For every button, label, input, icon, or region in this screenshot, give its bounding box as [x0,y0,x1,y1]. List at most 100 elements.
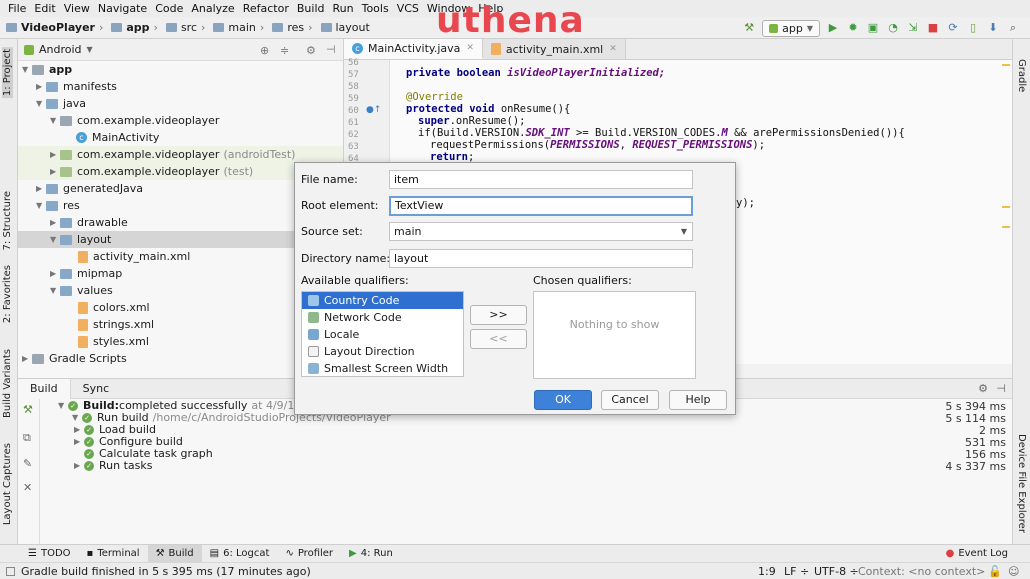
tree-item-manifests[interactable]: ▶ manifests [36,78,117,95]
breadcrumb-main[interactable]: main › [213,21,268,34]
tree-item-mipmap[interactable]: ▶ mipmap [50,265,122,282]
gear-icon[interactable]: ⚙ [978,382,988,395]
breadcrumb-layout[interactable]: layout [320,21,370,34]
chevron-down-icon[interactable]: ▼ [87,45,93,54]
attach-icon[interactable]: ⇲ [906,21,920,35]
menu-edit[interactable]: Edit [30,2,59,15]
tree-item-values[interactable]: ▼ values [50,282,113,299]
tab-profiler[interactable]: ∿ Profiler [277,545,341,563]
tree-item-styles[interactable]: styles.xml [78,333,149,350]
breadcrumb-src[interactable]: src › [165,21,209,34]
menu-vcs[interactable]: VCS [393,2,423,15]
qualifier-country-code[interactable]: Country Code [302,292,463,309]
hammer-icon[interactable]: ⚒ [23,403,33,416]
event-log-button[interactable]: ● Event Log [938,545,1016,563]
directory-name-input[interactable]: layout [389,249,693,268]
qualifier-network-code[interactable]: Network Code [302,309,463,326]
tab-logcat[interactable]: ▤ 6: Logcat [202,545,278,563]
tree-item-drawable[interactable]: ▶ drawable [50,214,128,231]
cancel-button[interactable]: Cancel [601,390,659,410]
caret-position[interactable]: 1:9 [758,565,776,578]
tab-sync[interactable]: Sync [71,379,122,399]
build-row[interactable]: ▶ ✓ Run tasks [74,460,152,472]
file-encoding[interactable]: UTF-8 ÷ [814,565,859,578]
status-message[interactable]: Gradle build finished in 5 s 395 ms (17 … [21,565,311,578]
qualifier-layout-direction[interactable]: Layout Direction [302,343,463,360]
menu-build[interactable]: Build [293,2,329,15]
sync-icon[interactable]: ⟳ [946,21,960,35]
breadcrumb-project[interactable]: VideoPlayer › [6,21,107,34]
help-button[interactable]: Help [669,390,727,410]
file-name-input[interactable]: item [389,170,693,189]
menu-refactor[interactable]: Refactor [239,2,293,15]
tree-item-colors[interactable]: colors.xml [78,299,150,316]
breadcrumb-app[interactable]: app › [111,21,162,34]
coverage-icon[interactable]: ▣ [866,21,880,35]
close-icon[interactable]: ✕ [466,43,474,53]
remove-qualifier-button[interactable]: << [470,329,527,349]
run-config-select[interactable]: app ▼ [762,19,820,37]
add-qualifier-button[interactable]: >> [470,305,527,325]
breadcrumb-res[interactable]: res › [272,21,316,34]
debug-icon[interactable]: ✹ [846,21,860,35]
profile-icon[interactable]: ◔ [886,21,900,35]
source-set-select[interactable]: main ▼ [389,222,693,241]
tab-todo[interactable]: ☰ TODO [20,545,79,563]
gear-icon[interactable]: ⚙ [306,44,316,57]
menu-tools[interactable]: Tools [358,2,393,15]
status-toggle-icon[interactable] [6,566,15,576]
tab-terminal[interactable]: ▪ Terminal [79,545,148,563]
tree-item-res[interactable]: ▼ res [36,197,80,214]
tab-run[interactable]: ▶ 4: Run [341,545,401,563]
tree-item-package-androidtest[interactable]: ▶ com.example.videoplayer (androidTest) [18,146,343,163]
sdk-manager-icon[interactable]: ⬇ [986,21,1000,35]
project-tool-tab[interactable]: 1: Project [2,47,13,99]
tree-item-java[interactable]: ▼ java [36,95,86,112]
tree-item-activity-main[interactable]: activity_main.xml [78,248,190,265]
collapse-all-icon[interactable]: ≑ [280,44,289,57]
inspector-icon[interactable]: ☺ [1008,565,1019,578]
menu-code[interactable]: Code [151,2,187,15]
layout-captures-tool-tab[interactable]: Layout Captures [2,443,13,525]
menu-file[interactable]: File [4,2,30,15]
run-icon[interactable]: ▶ [826,21,840,35]
override-marker-icon[interactable]: ●↑ [366,105,381,115]
build-variants-tool-tab[interactable]: Build Variants [2,349,13,418]
tree-item-gradle-scripts[interactable]: ▶ Gradle Scripts [22,350,127,367]
pin-icon[interactable]: ✎ [23,457,32,470]
line-separator[interactable]: LF ÷ [784,565,809,578]
hide-panel-icon[interactable]: ⊣ [326,43,336,56]
restore-icon[interactable]: ⧉ [23,431,31,445]
tab-build[interactable]: Build [18,378,71,399]
menu-analyze[interactable]: Analyze [187,2,238,15]
hammer-icon[interactable]: ⚒ [742,21,756,35]
close-icon[interactable]: ✕ [23,481,32,494]
tree-item-generatedjava[interactable]: ▶ generatedJava [36,180,143,197]
ok-button[interactable]: OK [534,390,592,410]
favorites-tool-tab[interactable]: 2: Favorites [2,265,13,323]
tree-item-package-main[interactable]: ▼ com.example.videoplayer [50,112,219,129]
menu-navigate[interactable]: Navigate [94,2,151,15]
avd-manager-icon[interactable]: ▯ [966,21,980,35]
qualifier-smallest-screen-width[interactable]: Smallest Screen Width [302,360,463,376]
hide-panel-icon[interactable]: ⊣ [996,382,1006,395]
device-file-explorer-tool-tab[interactable]: Device File Explorer [1016,434,1027,533]
tree-item-app[interactable]: ▼ app [22,61,72,78]
gradle-tool-tab[interactable]: Gradle [1016,59,1027,92]
tree-item-strings[interactable]: strings.xml [78,316,154,333]
project-view-select[interactable]: Android [39,43,82,56]
close-icon[interactable]: ✕ [609,44,617,54]
tree-item-mainactivity[interactable]: c MainActivity [76,129,159,146]
structure-tool-tab[interactable]: 7: Structure [2,191,13,250]
search-icon[interactable]: ⌕ [1006,21,1020,35]
stop-icon[interactable]: ■ [926,21,940,35]
lock-icon[interactable]: 🔓 [988,565,1002,578]
tab-mainactivity[interactable]: c MainActivity.java ✕ [344,39,483,59]
tab-activity-main[interactable]: activity_main.xml ✕ [482,39,626,59]
qualifier-locale[interactable]: Locale [302,326,463,343]
menu-view[interactable]: View [60,2,94,15]
scroll-from-source-icon[interactable]: ⊕ [260,44,269,57]
root-element-input[interactable]: TextView [389,196,693,216]
menu-run[interactable]: Run [329,2,358,15]
tab-build-bottom[interactable]: ⚒ Build [147,544,202,563]
